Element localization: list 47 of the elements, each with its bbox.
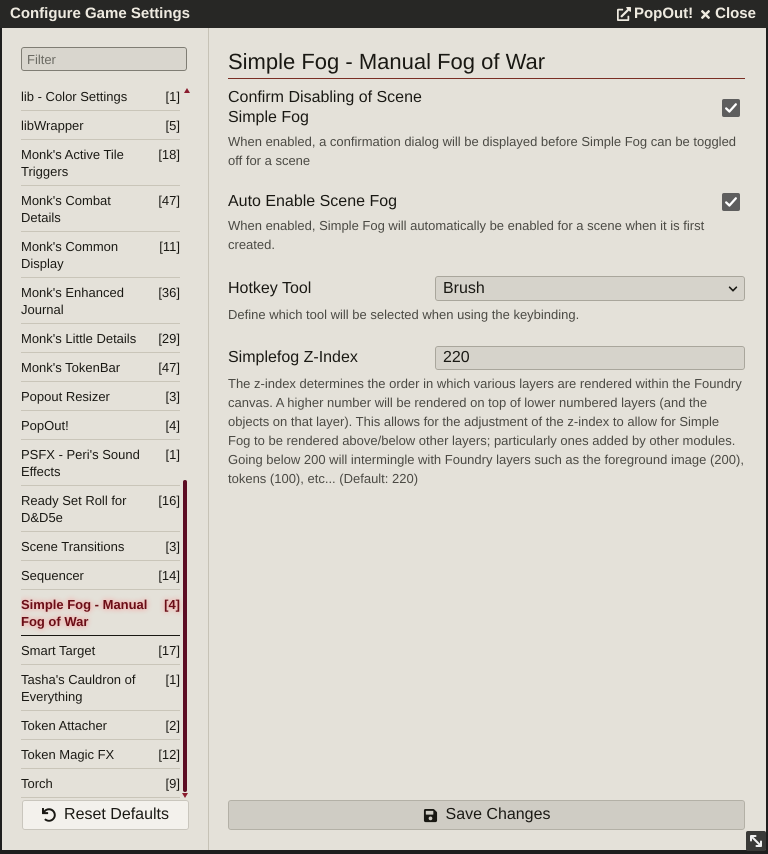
scrollbar-thumb[interactable] (183, 480, 187, 792)
sidebar-item[interactable]: Popout Resizer [3] (21, 382, 180, 411)
sidebar-item[interactable]: Token Magic FX [12] (21, 740, 180, 769)
sidebar-item[interactable]: lib - Color Settings [1] (21, 82, 180, 111)
sidebar-item[interactable]: Monk's Common Display [11] (21, 232, 180, 278)
sidebar-item[interactable]: libWrapper [5] (21, 111, 180, 140)
setting-hint: When enabled, a confirmation dialog will be displayed before Simple Fog can be toggled off for a scene (228, 133, 738, 170)
window-title: Configure Game Settings (10, 4, 190, 24)
checkbox[interactable] (722, 193, 740, 211)
sidebar-item[interactable]: Monk's Combat Details [47] (21, 186, 180, 232)
external-link-icon (616, 7, 631, 21)
rotate-left-icon (42, 808, 56, 822)
sidebar-item[interactable]: Monk's Little Details [29] (21, 324, 180, 353)
chevron-down-icon (728, 284, 738, 294)
reset-defaults-button[interactable]: Reset Defaults (22, 800, 189, 830)
sidebar-item[interactable]: Scene Transitions [3] (21, 532, 180, 561)
resize-handle-icon[interactable] (746, 831, 766, 851)
dropdown[interactable]: Brush (435, 276, 745, 301)
sidebar-item[interactable]: Monk's Active Tile Triggers [18] (21, 140, 180, 186)
setting-hint: When enabled, Simple Fog will automatically be enabled for a scene when it is first created. (228, 217, 706, 254)
setting-label: Auto Enable Scene Fog (228, 192, 398, 212)
section-title: Simple Fog - Manual Fog of War (228, 48, 745, 79)
sidebar-item[interactable]: Sequencer [14] (21, 561, 180, 590)
setting-label: Simplefog Z-Index (228, 348, 359, 368)
sidebar-item[interactable]: PopOut! [4] (21, 411, 180, 440)
triangle-down-icon[interactable] (182, 793, 188, 798)
sidebar-item[interactable]: Monk's TokenBar [47] (21, 353, 180, 382)
save-changes-button[interactable]: Save Changes (228, 800, 745, 830)
setting-hint: Define which tool will be selected when using the keybinding. (228, 306, 580, 324)
triangle-up-icon[interactable] (184, 88, 190, 93)
checkbox[interactable] (722, 99, 740, 117)
setting-label: Hotkey Tool (228, 278, 312, 298)
sidebar-item[interactable]: Monk's Enhanced Journal [36] (21, 278, 180, 324)
popout-link[interactable]: PopOut! (616, 2, 694, 26)
sidebar-item[interactable]: Smart Target [17] (21, 636, 180, 665)
sidebar-item[interactable]: Tasha's Cauldron of Everything [1] (21, 665, 180, 711)
sidebar-item[interactable]: PSFX - Peri's Sound Effects [1] (21, 440, 180, 486)
sidebar-item[interactable]: Simple Fog - Manual Fog of War [4] (21, 590, 180, 636)
filter-field[interactable]: Filter (21, 47, 187, 71)
setting-label: Confirm Disabling of Scene Simple Fog (228, 88, 423, 128)
number-field[interactable]: 220 (435, 346, 745, 370)
close-icon (699, 8, 712, 20)
setting-hint: The z-index determines the order in which various layers are rendered within the Foundry canvas. A higher number will be rendered on top of lower numbered layers (and the objects on that layer). This allows for the adjustment of the z-index to allow for Simple Fog to be rendered above/below other layers; particularly ones added by other modules. Going below 200 will intermingle with Foundry layers such as the foreground image (200), tokens (100), etc... (Default: 220) (228, 375, 745, 488)
sidebar-item[interactable]: Torch [9] (21, 769, 180, 798)
close-link[interactable]: Close (699, 2, 756, 26)
sidebar-item[interactable]: Token Attacher [2] (21, 711, 180, 740)
sidebar-item[interactable]: Ready Set Roll for D&D5e [16] (21, 486, 180, 532)
